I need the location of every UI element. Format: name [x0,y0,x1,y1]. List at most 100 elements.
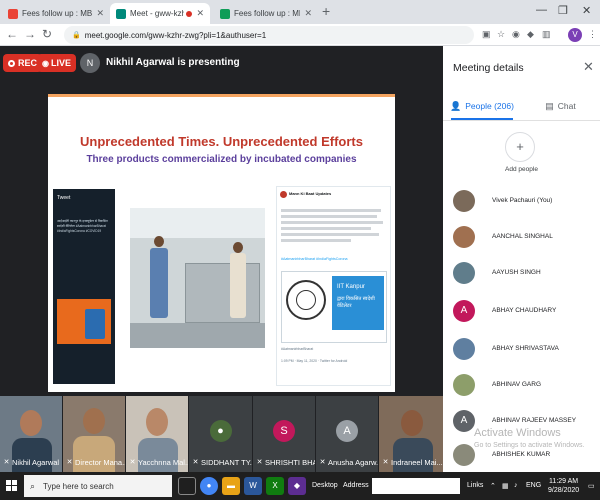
close-icon[interactable]: ✕ [583,59,594,75]
participant-list-item[interactable]: ABHINAV GARG [443,368,600,404]
participant-avatar [453,226,475,248]
reload-icon[interactable]: ↻ [42,27,52,41]
participant-tile[interactable]: S ✕ SHRISHTI BHA... [253,396,315,472]
participant-list-item[interactable]: A ABHAY CHAUDHARY [443,294,600,330]
url-text: meet.google.com/gww-kzhr-zwg?pli=1&authu… [84,30,267,40]
presentation-stage: Unprecedented Times. Unprecedented Effor… [0,80,443,395]
browser-tab-meet[interactable]: Meet - gww-kzhr-zwg ✕ [110,3,210,24]
mic-off-icon: ✕ [3,459,10,466]
word-icon[interactable]: W [244,477,262,495]
meet-favicon-icon [116,8,126,19]
excel-icon[interactable]: X [266,477,284,495]
participant-list-item[interactable]: ABHAY SHRIVASTAVA [443,332,600,368]
maximize-icon[interactable]: ❐ [558,4,568,17]
tab-title: Meet - gww-kzhr-zwg [130,9,185,18]
presenter-status: Nikhil Agarwal is presenting [106,57,240,68]
lab-photo [130,208,265,348]
close-window-icon[interactable]: ✕ [582,4,591,17]
desktop-toolbar[interactable]: Desktop [312,482,338,489]
participant-tile[interactable]: ● ✕ SIDDHANT TY... [189,396,252,472]
tweet-header: Tweet [57,195,71,201]
slide-subtitle: Three products commercialized by incubat… [86,154,357,165]
close-tab-icon[interactable]: ✕ [96,8,104,19]
mic-off-icon: ✕ [129,459,136,466]
star-icon[interactable]: ☆ [497,29,505,40]
participant-name: ABHISHEK KUMAR [492,451,551,458]
ventilator-banner: IIT Kanpur द्वारा विकसित स्वदेशी वेंटिले… [332,276,384,330]
back-icon[interactable]: ← [6,27,18,41]
tweet-caption: #AatmanirbharBharat [281,347,314,351]
taskbar-clock[interactable]: 11:29 AM 9/28/2020 [548,477,579,495]
add-people-button[interactable]: + [505,132,535,162]
participant-tile[interactable]: ✕ Indraneel Mai... [379,396,443,472]
task-view-icon[interactable] [178,477,196,495]
participant-list-item[interactable]: Vivek Pachauri (You) [443,184,600,220]
new-tab-icon[interactable]: + [322,3,330,19]
camera-icon[interactable]: ▣ [482,29,491,40]
extension-icon[interactable]: ▥ [542,29,551,40]
close-tab-icon[interactable]: ✕ [196,8,204,19]
participant-name: AAYUSH SINGH [492,269,541,276]
notifications-icon[interactable]: ▭ [588,482,595,490]
tweet-hashtags: #AatmanirbharBharat #IndiaFightsCorona [281,257,348,261]
menu-icon[interactable]: ⋮ [588,29,597,40]
tweet-footer: 1:09 PM · May 11, 2020 · Twitter for And… [281,359,348,363]
participant-list-item[interactable]: AAYUSH SINGH [443,256,600,292]
file-explorer-icon[interactable]: ▬ [222,477,240,495]
taskbar-address-input[interactable] [372,478,460,494]
record-icon [8,59,15,67]
participant-name: ABHAY CHAUDHARY [492,307,557,314]
participant-name: Indraneel Mai... [391,458,443,467]
address-toolbar[interactable]: Address [343,482,369,489]
extension-icon[interactable]: ◆ [527,29,534,40]
minimize-icon[interactable]: — [536,4,547,16]
person-figure [150,248,168,318]
divider [443,120,600,121]
links-toolbar[interactable]: Links [467,482,483,489]
meet-header: REC ◉ LIVE N Nikhil Agarwal is presentin… [0,46,443,80]
tab-title: Fees follow up : MBA - 2019-21 | [234,9,300,18]
tab-people[interactable]: 👤 People (206) [443,94,521,118]
chat-icon: ▤ [545,100,554,111]
app-icon[interactable]: ◆ [288,477,306,495]
participant-name: ABHINAV RAJEEV MASSEY [492,417,577,424]
clock-time: 11:29 AM [549,478,579,485]
chrome-icon[interactable]: ● [200,477,218,495]
participant-list-item[interactable]: AANCHAL SINGHAL [443,220,600,256]
add-people-label: Add people [505,166,538,173]
broadcast-icon: ◉ [42,58,49,68]
language-indicator[interactable]: ENG [526,482,541,489]
tray-chevron-icon[interactable]: ⌃ [490,482,496,490]
tab-chat[interactable]: ▤ Chat [521,94,600,118]
taskbar-search-input[interactable]: ⌕ Type here to search [24,475,172,497]
mic-off-icon: ✕ [382,459,389,466]
participant-name: Director Mana... [75,458,125,467]
slide-accent-bar [48,94,395,97]
people-icon: 👤 [450,100,462,111]
browser-tab-fees-1[interactable]: Fees follow up : MBA - 2019-21 | ✕ [2,3,110,24]
participant-name: ABHAY SHRIVASTAVA [492,345,559,352]
sheets-favicon-icon [220,8,230,19]
url-field[interactable]: 🔒 meet.google.com/gww-kzhr-zwg?pli=1&aut… [64,26,474,44]
fees-favicon-icon [8,8,18,19]
slide-title: Unprecedented Times. Unprecedented Effor… [80,134,363,149]
volume-icon[interactable]: ♪ [514,482,518,489]
forward-icon[interactable]: → [24,27,36,41]
shared-slide: Unprecedented Times. Unprecedented Effor… [48,94,395,392]
browser-tab-fees-2[interactable]: Fees follow up : MBA - 2019-21 | ✕ [214,3,318,24]
close-tab-icon[interactable]: ✕ [304,8,312,19]
search-icon: ⌕ [30,480,36,491]
participant-avatar [453,262,475,284]
profile-avatar[interactable]: V [568,28,582,42]
participant-tile[interactable]: ✕ Nikhil Agarwal [0,396,62,472]
windows-start-icon[interactable] [6,480,18,492]
participant-tile[interactable]: A ✕ Anusha Agarw... [316,396,378,472]
participant-name: ABHINAV GARG [492,381,542,388]
participant-tile[interactable]: ✕ Yacchnna Mal... [126,396,188,472]
participant-tile[interactable]: ✕ Director Mana... [63,396,125,472]
rec-label: REC [18,58,38,68]
machine-image [185,263,260,323]
participant-name: Anusha Agarw... [328,458,378,467]
extension-icon[interactable]: ◉ [512,29,520,40]
network-icon[interactable]: ▦ [502,482,509,490]
